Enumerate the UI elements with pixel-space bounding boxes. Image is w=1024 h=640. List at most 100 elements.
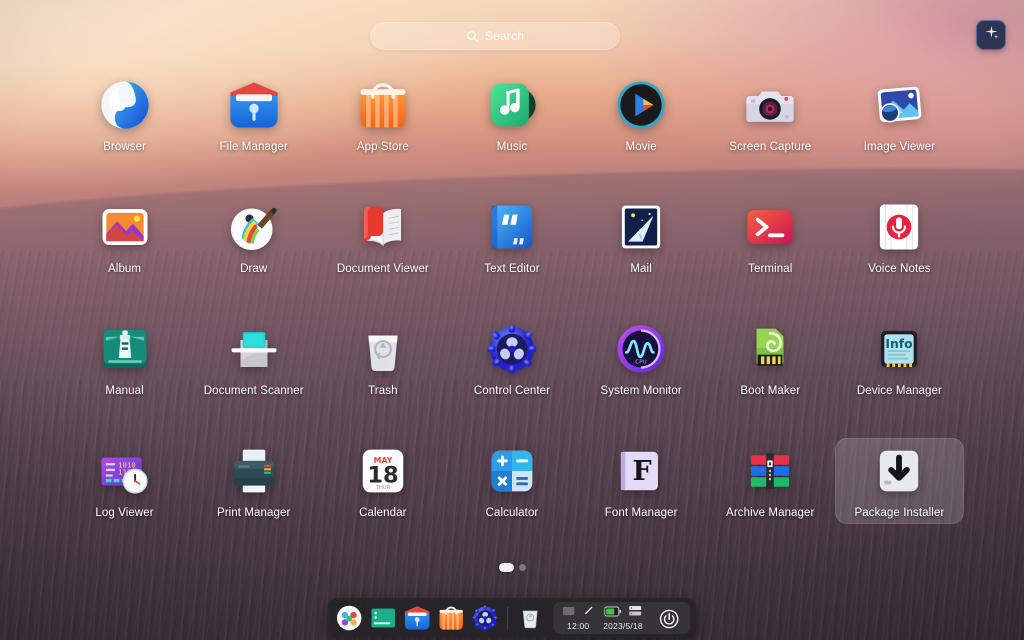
dock-item-control-center[interactable] [470,603,500,633]
system-tray[interactable]: 12:00 2023/5/18 [553,602,690,634]
app-icon-trash[interactable]: Trash [318,316,447,402]
dock-divider [507,607,509,629]
app-icon-image-viewer[interactable]: Image Viewer [835,72,964,158]
search-icon [466,30,479,43]
ai-assistant-button[interactable] [976,20,1006,50]
app-label: Voice Notes [868,263,931,275]
app-label: Log Viewer [95,507,154,519]
cpu-waveform-icon: CPU [614,322,668,376]
book-icon [356,200,410,254]
search-placeholder: Search [484,29,525,43]
dock[interactable]: 12:00 2023/5/18 [328,598,696,638]
image-viewer-icon [872,78,926,132]
app-label: Document Viewer [336,263,429,275]
page-dot-active[interactable] [498,563,514,572]
microphone-icon [872,200,926,254]
power-button[interactable] [657,607,681,631]
app-icon-calculator[interactable]: Calculator [447,438,576,524]
network-icon[interactable] [628,604,642,622]
app-icon-control-center[interactable]: Control Center [447,316,576,402]
app-label: Text Editor [484,263,540,275]
tray-date-block[interactable]: 2023/5/18 [603,604,643,631]
app-label: Calculator [485,507,539,519]
app-icon-boot-maker[interactable]: Boot Maker [706,316,835,402]
app-icon-draw[interactable]: Draw [189,194,318,280]
sparkle-icon [983,24,1000,46]
svg-text:F: F [633,456,652,487]
file-manager-icon [227,78,281,132]
trash-icon [356,322,410,376]
app-icon-archive-manager[interactable]: Archive Manager [706,438,835,524]
app-grid: Browser File Manager App Store Music Mov… [60,72,964,524]
tray-time-block[interactable]: 12:00 [562,604,594,631]
font-book-icon: F [614,444,668,498]
browser-icon [98,78,152,132]
app-icon-screen-capture[interactable]: Screen Capture [706,72,835,158]
app-icon-voice-notes[interactable]: Voice Notes [835,194,964,280]
app-label: Screen Capture [729,141,812,153]
app-label: Archive Manager [726,507,815,519]
app-icon-calendar[interactable]: MAY 18 THUR Calendar [318,438,447,524]
app-label: System Monitor [600,385,682,397]
app-icon-print-manager[interactable]: Print Manager [189,438,318,524]
app-icon-font-manager[interactable]: F Font Manager [577,438,706,524]
app-icon-browser[interactable]: Browser [60,72,189,158]
movie-icon [614,78,668,132]
app-label: Draw [240,263,268,275]
dock-item-file-manager[interactable] [402,603,432,633]
lighthouse-book-icon [98,322,152,376]
app-icon-log-viewer[interactable]: 10101101 Log Viewer [60,438,189,524]
tray-date: 2023/5/18 [603,620,643,631]
app-icon-mail[interactable]: Mail [577,194,706,280]
dock-item-trash[interactable] [515,603,545,633]
dock-item-terminal[interactable] [368,603,398,633]
dock-item-app-store[interactable] [436,603,466,633]
app-icon-movie[interactable]: Movie [577,72,706,158]
album-icon [98,200,152,254]
app-label: Album [108,263,142,275]
app-icon-document-scanner[interactable]: Document Scanner [189,316,318,402]
svg-text:THUR: THUR [375,485,391,491]
printer-icon [227,444,281,498]
desktop[interactable]: Search Browser File Manager App Store Mu… [0,0,1024,640]
app-label: Boot Maker [740,385,801,397]
app-label: Mail [630,263,652,275]
app-icon-app-store[interactable]: App Store [318,72,447,158]
music-icon [485,78,539,132]
camera-icon [743,78,797,132]
app-label: Print Manager [216,507,291,519]
gear-icon [485,322,539,376]
display-icon[interactable] [562,604,575,622]
text-editor-icon [485,200,539,254]
app-icon-package-installer[interactable]: Package Installer [834,438,964,524]
search-input[interactable]: Search [370,22,620,50]
app-icon-file-manager[interactable]: File Manager [189,72,318,158]
dock-item-launcher[interactable] [334,603,364,633]
app-icon-system-monitor[interactable]: CPU System Monitor [577,316,706,402]
app-label: Trash [368,385,398,397]
app-icon-manual[interactable]: Manual [60,316,189,402]
svg-text:CPU: CPU [635,360,646,366]
app-icon-device-manager[interactable]: Info Device Manager [835,316,964,402]
battery-icon[interactable] [604,604,621,622]
app-label: Terminal [748,263,793,275]
app-icon-terminal[interactable]: Terminal [706,194,835,280]
app-label: Music [496,141,528,153]
page-dot[interactable] [518,564,526,571]
dock-items [334,603,500,633]
app-icon-text-editor[interactable]: Text Editor [447,194,576,280]
page-indicator[interactable] [0,563,1024,572]
mail-icon [614,200,668,254]
app-label: Image Viewer [863,141,936,153]
app-store-icon [356,78,410,132]
app-icon-album[interactable]: Album [60,194,189,280]
app-label: Device Manager [856,385,942,397]
calculator-icon [485,444,539,498]
app-icon-music[interactable]: Music [447,72,576,158]
brightness-pen-icon[interactable] [582,604,594,622]
app-label: Font Manager [604,507,678,519]
app-icon-document-viewer[interactable]: Document Viewer [318,194,447,280]
sd-card-icon [743,322,797,376]
app-label: Calendar [359,507,407,519]
terminal-icon [743,200,797,254]
